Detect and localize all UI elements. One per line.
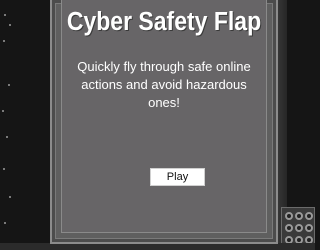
game-description: Quickly fly through safe online actions … [77, 59, 251, 110]
play-button[interactable]: Play [150, 168, 205, 186]
game-title: Cyber Safety Flap [66, 6, 262, 36]
start-menu-inner: Cyber Safety Flap Quickly fly through sa… [61, 0, 267, 233]
start-menu-panel: Cyber Safety Flap Quickly fly through sa… [50, 0, 278, 244]
game-screen: Cyber Safety Flap Quickly fly through sa… [0, 0, 315, 250]
background-floor [0, 243, 315, 250]
background-dots [0, 0, 30, 250]
